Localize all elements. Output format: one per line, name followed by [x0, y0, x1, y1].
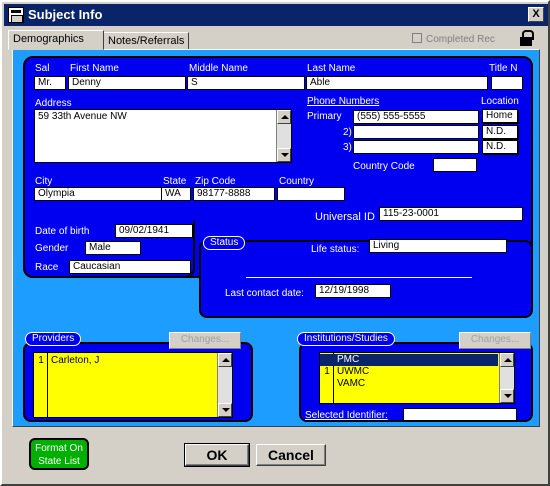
title-field[interactable] [491, 76, 523, 90]
country-label: Country [279, 176, 315, 187]
phone-primary-field[interactable]: (555) 555-5555 [353, 110, 479, 124]
providers-scrollbar[interactable] [217, 353, 232, 417]
completed-rec-label: Completed Rec [426, 34, 495, 45]
institutions-label: Institutions/Studies [297, 332, 395, 346]
state-field[interactable]: WA [161, 187, 191, 201]
scroll-up-icon[interactable] [500, 353, 514, 367]
sal-label: Sal [35, 63, 50, 74]
tab-notes-referrals[interactable]: Notes/Referrals [103, 32, 189, 50]
status-divider [246, 277, 472, 278]
providers-label: Providers [25, 332, 82, 346]
scroll-up-icon[interactable] [218, 353, 232, 367]
address-field[interactable]: 59 33th Avenue NW [34, 109, 292, 163]
subject-info-window: Subject Info X Notes/Referrals Demograph… [0, 0, 550, 486]
first-name-label: First Name [70, 63, 119, 74]
provider-row[interactable]: Carleton, J [48, 355, 216, 367]
scroll-up-icon[interactable] [277, 110, 291, 124]
window-title: Subject Info [28, 7, 103, 22]
institutions-scrollbar[interactable] [499, 353, 514, 403]
gender-label: Gender [35, 243, 69, 254]
life-status-field[interactable]: Living [369, 239, 507, 253]
phone2-field[interactable] [353, 125, 479, 139]
city-label: City [35, 176, 53, 187]
app-icon [8, 7, 24, 23]
last-name-label: Last Name [307, 63, 356, 74]
dob-label: Date of birth [35, 226, 90, 237]
institution-row-number [320, 354, 334, 366]
institutions-changes-button[interactable]: Changes... [459, 332, 531, 349]
country-code-field[interactable] [433, 158, 477, 172]
lock-icon [520, 30, 534, 46]
provider-row-number: 1 [38, 355, 44, 366]
completed-rec-checkbox[interactable]: Completed Rec [412, 33, 495, 45]
middle-name-field[interactable]: S [187, 76, 305, 90]
scroll-down-icon[interactable] [277, 148, 291, 162]
institution-row[interactable]: VAMC [334, 378, 498, 390]
checkbox-icon [412, 33, 422, 43]
tab-demographics[interactable]: Demographics [8, 30, 104, 50]
demographics-page: Sal First Name Middle Name Last Name Tit… [12, 49, 540, 427]
state-label: State [163, 176, 187, 187]
phone2-label: 2) [343, 127, 352, 138]
institution-row-number: 1 [324, 366, 330, 377]
title-bar: Subject Info X [4, 4, 548, 26]
selected-identifier-field[interactable] [403, 408, 517, 421]
country-field[interactable] [277, 187, 345, 201]
phone-primary-location[interactable]: Home [482, 109, 518, 123]
status-label: Status [203, 236, 246, 250]
institutions-list[interactable]: PMC 1 UWMC VAMC [319, 352, 515, 404]
zip-field[interactable]: 98177-8888 [193, 187, 275, 201]
scroll-down-icon[interactable] [500, 389, 514, 403]
race-field[interactable]: Caucasian [69, 260, 191, 274]
close-button[interactable]: X [528, 7, 544, 22]
address-label: Address [35, 98, 72, 109]
institution-row-number [320, 378, 334, 390]
last-contact-label: Last contact date: [225, 288, 304, 299]
universal-id-label: Universal ID [315, 211, 375, 223]
race-label: Race [35, 262, 59, 273]
providers-list[interactable]: 1 Carleton, J [33, 352, 233, 418]
cancel-button[interactable]: Cancel [256, 444, 326, 466]
gender-field[interactable]: Male [85, 241, 141, 255]
institution-row-selected[interactable]: PMC [334, 354, 498, 366]
life-status-label: Life status: [311, 244, 360, 255]
first-name-field[interactable]: Denny [68, 76, 186, 90]
selected-identifier-label[interactable]: Selected Identifier: [305, 410, 388, 421]
location-label: Location [481, 96, 519, 107]
format-line-1: Format On [35, 443, 83, 454]
phone2-location[interactable]: N.D. [482, 125, 518, 139]
last-contact-field[interactable]: 12/19/1998 [315, 284, 391, 298]
institution-row[interactable]: UWMC [334, 366, 498, 378]
providers-changes-button[interactable]: Changes... [169, 332, 241, 349]
format-line-2: State List [38, 456, 80, 467]
sal-field[interactable]: Mr. [34, 76, 66, 90]
phone3-field[interactable] [353, 140, 479, 154]
country-code-label: Country Code [353, 161, 415, 172]
universal-id-field[interactable]: 115-23-0001 [379, 207, 523, 221]
dob-field[interactable]: 09/02/1941 [115, 224, 193, 238]
phone-numbers-label[interactable]: Phone Numbers [307, 96, 379, 107]
address-scrollbar[interactable] [276, 110, 291, 162]
address-text: 59 33th Avenue NW [38, 111, 127, 122]
phone3-label: 3) [343, 142, 352, 153]
middle-name-label: Middle Name [189, 63, 248, 74]
phone3-location[interactable]: N.D. [482, 140, 518, 154]
scroll-down-icon[interactable] [218, 403, 232, 417]
zip-label: Zip Code [195, 176, 236, 187]
format-on-state-list-button[interactable]: Format On State List [29, 438, 89, 470]
last-name-field[interactable]: Able [306, 76, 488, 90]
primary-label: Primary [307, 111, 342, 122]
ok-button[interactable]: OK [184, 443, 250, 467]
title-label: Title N [489, 63, 518, 74]
city-field[interactable]: Olympia [34, 187, 162, 201]
